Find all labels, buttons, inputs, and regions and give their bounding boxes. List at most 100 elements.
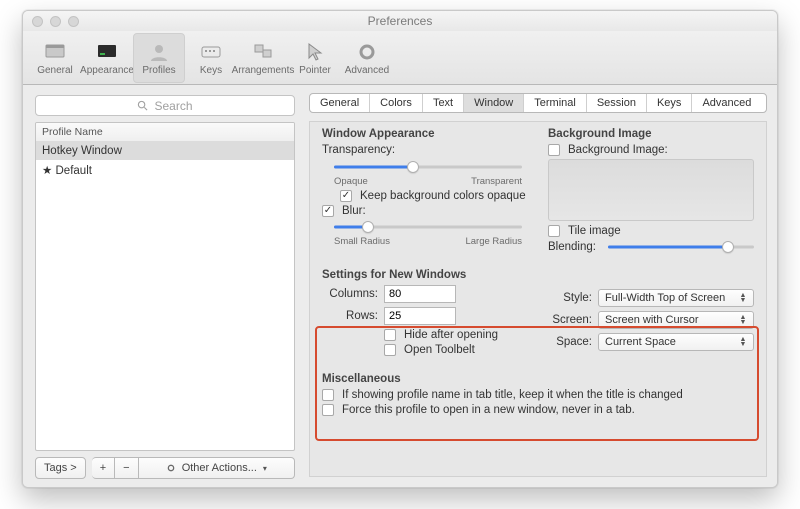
blending-slider[interactable] (608, 240, 754, 254)
open-toolbelt-checkbox[interactable] (384, 344, 396, 356)
hide-after-opening-label: Hide after opening (404, 329, 498, 341)
preferences-window: Preferences General Appearance Profiles … (22, 10, 778, 488)
space-select[interactable]: Current Space ▲▼ (598, 333, 754, 351)
toolbar-label: Appearance (80, 65, 134, 76)
toolbar-label: Arrangements (232, 65, 295, 76)
style-label: Style: (548, 292, 592, 304)
toolbar-label: Pointer (299, 65, 331, 76)
window-title: Preferences (23, 14, 777, 28)
section-title-misc: Miscellaneous (322, 373, 754, 385)
small-radius-label: Small Radius (334, 236, 390, 247)
columns-label: Columns: (322, 288, 378, 300)
transparency-slider[interactable] (334, 160, 522, 174)
blur-label: Blur: (342, 205, 366, 217)
tab-text[interactable]: Text (423, 94, 464, 112)
toolbar-item-pointer[interactable]: Pointer (289, 33, 341, 83)
profile-tabs: General Colors Text Window Terminal Sess… (309, 93, 767, 113)
section-title-window-appearance: Window Appearance (322, 128, 528, 140)
window-tab-panel: Window Appearance Transparency: Opaque T… (309, 121, 767, 477)
sidebar-actions: Tags > + − Other Actions... ▾ (35, 457, 295, 479)
tab-general[interactable]: General (310, 94, 370, 112)
window-appearance-section: Window Appearance Transparency: Opaque T… (322, 128, 528, 257)
toolbar-label: Profiles (142, 65, 175, 76)
blur-checkbox[interactable] (322, 205, 334, 217)
search-input[interactable]: Search (35, 95, 295, 116)
gear-icon (356, 41, 378, 63)
opaque-label: Opaque (334, 176, 368, 187)
rows-label: Rows: (322, 310, 378, 322)
main-panel: General Colors Text Window Terminal Sess… (303, 85, 777, 487)
new-windows-section: Settings for New Windows Columns: Rows: … (322, 269, 754, 359)
preferences-toolbar: General Appearance Profiles Keys Arrange… (23, 31, 777, 85)
transparent-label: Transparent (471, 176, 522, 187)
tab-advanced[interactable]: Advanced (692, 94, 761, 112)
tab-keys[interactable]: Keys (647, 94, 692, 112)
chevron-down-icon: ▾ (263, 464, 267, 473)
background-image-label: Background Image: (568, 144, 668, 156)
gear-small-icon (166, 464, 176, 472)
profiles-icon (148, 41, 170, 63)
rows-input[interactable] (384, 307, 456, 325)
space-value: Current Space (605, 336, 676, 348)
toolbar-label: Keys (200, 65, 222, 76)
profiles-sidebar: Search Profile Name Hotkey Window ★ Defa… (23, 85, 303, 487)
titlebar: Preferences (23, 11, 777, 31)
updown-icon: ▲▼ (737, 293, 749, 303)
tab-terminal[interactable]: Terminal (524, 94, 587, 112)
keep-profile-name-checkbox[interactable] (322, 389, 334, 401)
force-new-window-label: Force this profile to open in a new wind… (342, 404, 635, 416)
toolbar-item-keys[interactable]: Keys (185, 33, 237, 83)
section-title-background-image: Background Image (548, 128, 754, 140)
tab-session[interactable]: Session (587, 94, 647, 112)
keys-icon (200, 41, 222, 63)
style-select[interactable]: Full-Width Top of Screen ▲▼ (598, 289, 754, 307)
search-placeholder: Search (154, 99, 192, 113)
open-toolbelt-label: Open Toolbelt (404, 344, 475, 356)
background-image-well[interactable] (548, 159, 754, 221)
tags-button[interactable]: Tags > (35, 457, 86, 479)
transparency-label: Transparency: (322, 144, 528, 156)
blur-slider[interactable] (334, 220, 522, 234)
misc-section: Miscellaneous If showing profile name in… (322, 373, 754, 416)
profile-row-hotkey-window[interactable]: Hotkey Window (36, 142, 294, 160)
profile-list-header: Profile Name (36, 123, 294, 142)
space-label: Space: (548, 336, 592, 348)
screen-select[interactable]: Screen with Cursor ▲▼ (598, 311, 754, 329)
other-actions-label: Other Actions... (182, 462, 257, 474)
appearance-icon (96, 41, 118, 63)
tab-window[interactable]: Window (464, 94, 524, 112)
toolbar-label: Advanced (345, 65, 389, 76)
toolbar-item-appearance[interactable]: Appearance (81, 33, 133, 83)
toolbar-item-arrangements[interactable]: Arrangements (237, 33, 289, 83)
screen-label: Screen: (548, 314, 592, 326)
force-new-window-checkbox[interactable] (322, 404, 334, 416)
keep-profile-name-label: If showing profile name in tab title, ke… (342, 389, 683, 401)
add-profile-button[interactable]: + (92, 457, 115, 479)
remove-profile-button[interactable]: − (115, 457, 138, 479)
section-title-new-windows: Settings for New Windows (322, 269, 528, 281)
search-icon (137, 100, 148, 111)
toolbar-item-profiles[interactable]: Profiles (133, 33, 185, 83)
background-image-checkbox[interactable] (548, 144, 560, 156)
toolbar-item-advanced[interactable]: Advanced (341, 33, 393, 83)
updown-icon: ▲▼ (737, 315, 749, 325)
hide-after-opening-checkbox[interactable] (384, 329, 396, 341)
tile-image-label: Tile image (568, 225, 621, 237)
profile-row-default[interactable]: ★ Default (36, 160, 294, 180)
large-radius-label: Large Radius (465, 236, 522, 247)
tile-image-checkbox[interactable] (548, 225, 560, 237)
columns-input[interactable] (384, 285, 456, 303)
toolbar-item-general[interactable]: General (29, 33, 81, 83)
blending-label: Blending: (548, 241, 600, 253)
background-image-section: Background Image Background Image: Tile … (548, 128, 754, 257)
keep-bg-opaque-checkbox[interactable] (340, 190, 352, 202)
profile-list: Profile Name Hotkey Window ★ Default (35, 122, 295, 451)
screen-value: Screen with Cursor (605, 314, 699, 326)
other-actions-menu[interactable]: Other Actions... ▾ (139, 457, 295, 479)
content-area: Search Profile Name Hotkey Window ★ Defa… (23, 85, 777, 487)
updown-icon: ▲▼ (737, 337, 749, 347)
tab-colors[interactable]: Colors (370, 94, 423, 112)
pointer-icon (304, 41, 326, 63)
general-icon (44, 41, 66, 63)
keep-bg-opaque-label: Keep background colors opaque (360, 190, 526, 202)
